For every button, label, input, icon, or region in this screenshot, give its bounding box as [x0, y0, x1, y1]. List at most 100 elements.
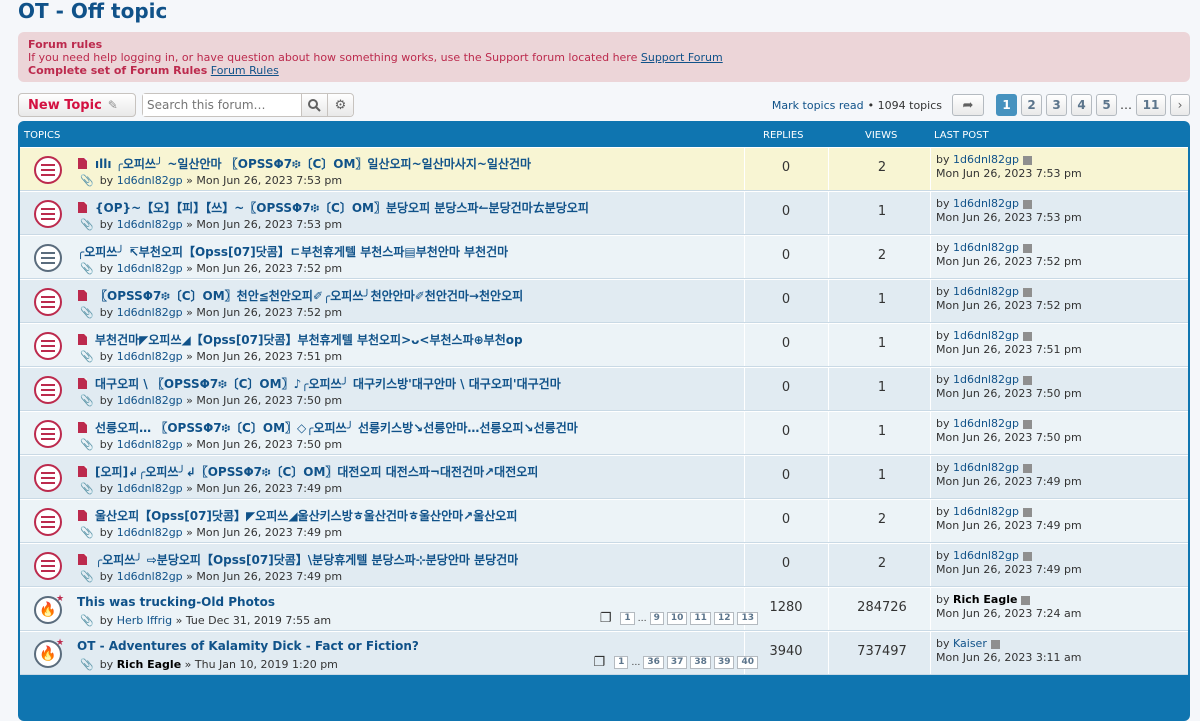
topic-row[interactable]: {OP}~【오】【피】【쓰】~〖OPSSΦ7፨〔C〕OM〗분당오피 분당스파↼분… [20, 191, 1188, 235]
topic-row[interactable]: ıllı ╭오피쓰╯ ~일산안마 〖OPSSΦ7፨〔C〕OM〗일산오피~일산마사… [20, 147, 1188, 191]
goto-last-post-icon[interactable] [1022, 507, 1032, 517]
topic-row[interactable]: 부천건마◤오피쓰◢【Opss[07]닷콤】부천휴게텔 부천오피>ᴗ<부천스파⊕부… [20, 323, 1188, 367]
topic-title-link[interactable]: ıllı ╭오피쓰╯ ~일산안마 〖OPSSΦ7፨〔C〕OM〗일산오피~일산마사… [95, 155, 531, 172]
page-button-3[interactable]: 3 [1046, 94, 1067, 116]
topic-page-link[interactable]: 1 [614, 656, 629, 669]
topic-author-link[interactable]: 1d6dnl82gp [117, 306, 183, 319]
goto-last-post-icon[interactable] [1022, 419, 1032, 429]
page-button-1[interactable]: 1 [996, 94, 1017, 116]
topic-page-link[interactable]: 10 [666, 612, 688, 625]
topic-row[interactable]: ╭오피쓰╯ ⇨분당오피【Opss[07]닷콤】\분당휴게텔 분당스파⊹분당안마 … [20, 543, 1188, 587]
goto-last-post-icon[interactable] [1022, 463, 1032, 473]
topic-page-link[interactable]: 11 [690, 612, 711, 625]
topic-title-link[interactable]: 대구오피 \ 〖OPSSΦ7፨〔C〕OM〗♪╭오피쓰╯ 대구키스방'대구안마 \… [95, 375, 561, 392]
page-button-last[interactable]: 11 [1136, 94, 1166, 116]
topic-row[interactable]: 대구오피 \ 〖OPSSΦ7፨〔C〕OM〗♪╭오피쓰╯ 대구키스방'대구안마 \… [20, 367, 1188, 411]
topic-page-link[interactable]: 39 [713, 656, 735, 669]
topic-row[interactable]: 🔥 ★ OT - Adventures of Kalamity Dick - Fac… [20, 631, 1188, 675]
search-input[interactable] [143, 94, 301, 116]
goto-last-post-icon[interactable] [1022, 331, 1032, 341]
new-topic-button[interactable]: New Topic ✎ [18, 93, 136, 117]
topic-title-link[interactable]: ╭오피쓰╯ ↸부천오피【Opss[07]닷콤】ㄷ부천휴게텔 부천스파▤부천안마 … [77, 243, 508, 260]
topic-author-link[interactable]: 1d6dnl82gp [117, 526, 183, 539]
topic-row[interactable]: 울산오피【Opss[07]닷콤】◤오피쓰◢울산키스방ㅎ울산건마ㅎ울산안마↗울산오… [20, 499, 1188, 543]
page-ellipsis: … [1120, 98, 1132, 112]
goto-last-post-icon[interactable] [1022, 375, 1032, 385]
last-post-author-link[interactable]: 1d6dnl82gp [953, 153, 1019, 166]
goto-last-post-icon[interactable] [1021, 595, 1031, 605]
forum-rules-link[interactable]: Forum Rules [211, 64, 279, 77]
topic-author-link[interactable]: 1d6dnl82gp [117, 394, 183, 407]
topic-title-link[interactable]: This was trucking-Old Photos [77, 595, 275, 609]
topic-page-link[interactable]: 9 [649, 612, 664, 625]
topic-title-link[interactable]: OT - Adventures of Kalamity Dick - Fact … [77, 639, 419, 653]
topic-page-link[interactable]: 1 [620, 612, 635, 625]
goto-last-post-icon[interactable] [1022, 551, 1032, 561]
topic-row[interactable]: 〖OPSSΦ7፨〔C〕OM〗천안≦천안오피✐╭오피쓰╯천안안마✐천안건마→천안오… [20, 279, 1188, 323]
topic-author-link[interactable]: Rich Eagle [117, 658, 181, 671]
unread-post-icon[interactable] [78, 202, 87, 213]
topic-title-link[interactable]: 〖OPSSΦ7፨〔C〕OM〗천안≦천안오피✐╭오피쓰╯천안안마✐천안건마→천안오… [95, 287, 523, 304]
topic-date: » Mon Jun 26, 2023 7:51 pm [186, 350, 343, 363]
advanced-search-button[interactable]: ⚙ [327, 94, 353, 116]
topic-author-link[interactable]: 1d6dnl82gp [117, 570, 183, 583]
topic-title-link[interactable]: ╭오피쓰╯ ⇨분당오피【Opss[07]닷콤】\분당휴게텔 분당스파⊹분당안마 … [95, 551, 518, 568]
topic-page-link[interactable]: 38 [690, 656, 711, 669]
paperclip-icon: 📎 [80, 658, 94, 671]
topic-author-link[interactable]: 1d6dnl82gp [117, 174, 183, 187]
goto-last-post-icon[interactable] [1022, 155, 1032, 165]
goto-last-post-icon[interactable] [1022, 243, 1032, 253]
jump-to-page-button[interactable]: ➦ [952, 94, 984, 116]
topic-row[interactable]: 🔥 ★ This was trucking-Old Photos 📎 by Herb I… [20, 587, 1188, 631]
page-button-2[interactable]: 2 [1021, 94, 1042, 116]
unread-post-icon[interactable] [78, 422, 87, 433]
unread-post-icon[interactable] [78, 510, 87, 521]
last-post-author-link[interactable]: 1d6dnl82gp [953, 373, 1019, 386]
mark-topics-read-link[interactable]: Mark topics read [772, 99, 864, 112]
topic-author-link[interactable]: 1d6dnl82gp [117, 482, 183, 495]
goto-last-post-icon[interactable] [1022, 287, 1032, 297]
search-button[interactable] [301, 94, 327, 116]
last-post-author-link[interactable]: 1d6dnl82gp [953, 197, 1019, 210]
unread-post-icon[interactable] [78, 158, 87, 169]
unread-post-icon[interactable] [78, 290, 87, 301]
topic-page-link[interactable]: 37 [666, 656, 688, 669]
last-post-author-link[interactable]: 1d6dnl82gp [953, 461, 1019, 474]
next-page-button[interactable]: › [1170, 94, 1190, 116]
topic-author-link[interactable]: 1d6dnl82gp [117, 438, 183, 451]
page-button-4[interactable]: 4 [1071, 94, 1092, 116]
topic-author-link[interactable]: 1d6dnl82gp [117, 350, 183, 363]
page-button-5[interactable]: 5 [1096, 94, 1117, 116]
unread-post-icon[interactable] [78, 554, 87, 565]
last-post-author-link[interactable]: 1d6dnl82gp [953, 549, 1019, 562]
topic-title-link[interactable]: 울산오피【Opss[07]닷콤】◤오피쓰◢울산키스방ㅎ울산건마ㅎ울산안마↗울산오… [95, 507, 517, 524]
goto-last-post-icon[interactable] [990, 639, 1000, 649]
last-post-author-link[interactable]: Rich Eagle [953, 593, 1017, 606]
last-post-author-link[interactable]: 1d6dnl82gp [953, 505, 1019, 518]
header-topics: TOPICS [24, 130, 61, 141]
topic-row[interactable]: [오피]↲╭오피쓰╯↲〖OPSSΦ7፨〔C〕OM〗대전오피 대전스파¬대전건마↗… [20, 455, 1188, 499]
topic-row[interactable]: ╭오피쓰╯ ↸부천오피【Opss[07]닷콤】ㄷ부천휴게텔 부천스파▤부천안마 … [20, 235, 1188, 279]
topic-page-link[interactable]: 36 [643, 656, 664, 669]
last-post-author-link[interactable]: 1d6dnl82gp [953, 329, 1019, 342]
unread-post-icon[interactable] [78, 466, 87, 477]
topic-title-link[interactable]: 선릉오피… 〖OPSSΦ7፨〔C〕OM〗◇╭오피쓰╯ 선릉키스방↘선릉안마…선릉… [95, 419, 578, 436]
topic-page-link[interactable]: 12 [713, 612, 735, 625]
goto-last-post-icon[interactable] [1022, 199, 1032, 209]
last-post-author-link[interactable]: Kaiser [953, 637, 987, 650]
last-post-author-link[interactable]: 1d6dnl82gp [953, 285, 1019, 298]
page-title[interactable]: OT - Off topic [18, 0, 1190, 26]
topic-author-link[interactable]: Herb Iffrig [117, 614, 172, 627]
paperclip-icon: 📎 [80, 174, 94, 187]
topic-author-link[interactable]: 1d6dnl82gp [117, 262, 183, 275]
topic-title-link[interactable]: [오피]↲╭오피쓰╯↲〖OPSSΦ7፨〔C〕OM〗대전오피 대전스파¬대전건마↗… [95, 463, 538, 480]
unread-post-icon[interactable] [78, 378, 87, 389]
unread-post-icon[interactable] [78, 334, 87, 345]
topic-row[interactable]: 선릉오피… 〖OPSSΦ7፨〔C〕OM〗◇╭오피쓰╯ 선릉키스방↘선릉안마…선릉… [20, 411, 1188, 455]
topic-title-link[interactable]: {OP}~【오】【피】【쓰】~〖OPSSΦ7፨〔C〕OM〗분당오피 분당스파↼분… [95, 199, 589, 216]
support-forum-link[interactable]: Support Forum [641, 51, 723, 64]
last-post-author-link[interactable]: 1d6dnl82gp [953, 417, 1019, 430]
topic-title-link[interactable]: 부천건마◤오피쓰◢【Opss[07]닷콤】부천휴게텔 부천오피>ᴗ<부천스파⊕부… [95, 331, 523, 348]
last-post-author-link[interactable]: 1d6dnl82gp [953, 241, 1019, 254]
topic-author-link[interactable]: 1d6dnl82gp [117, 218, 183, 231]
